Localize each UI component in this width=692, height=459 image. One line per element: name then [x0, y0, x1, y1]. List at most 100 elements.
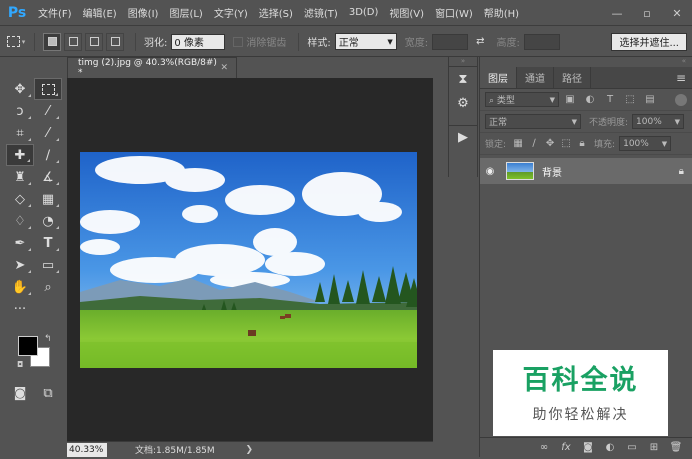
tab-paths[interactable]: 路径 — [554, 67, 591, 88]
filter-smart-object-icon[interactable]: ▤ — [641, 94, 659, 105]
eraser-tool-icon[interactable]: ◇ — [6, 188, 34, 210]
gradient-tool-icon[interactable]: ▦ — [34, 188, 62, 210]
width-input[interactable] — [432, 33, 469, 50]
minimize-icon[interactable]: — — [602, 0, 632, 26]
adjustment-layer-icon[interactable]: ◐ — [599, 442, 621, 453]
document-tab[interactable]: timg (2).jpg @ 40.3%(RGB/8#) * ✕ — [67, 57, 237, 78]
divider — [34, 32, 35, 51]
watermark-title: 百科全说 — [522, 365, 639, 396]
filter-pixel-icon[interactable]: ▣ — [561, 94, 579, 105]
add-selection-icon[interactable] — [64, 32, 82, 51]
default-colors-icon[interactable]: ◘ — [17, 360, 23, 369]
fill-field[interactable]: 100% ▼ — [619, 136, 672, 151]
rectangle-tool-icon[interactable]: ▭ — [34, 254, 62, 276]
tab-channels[interactable]: 通道 — [517, 67, 554, 88]
zoom-tool-icon[interactable]: ⌕ — [34, 276, 62, 298]
foreground-color-swatch[interactable] — [18, 336, 38, 356]
panel-collapse-icon[interactable]: « — [480, 57, 692, 67]
hand-tool-icon[interactable]: ✋ — [6, 276, 34, 298]
filter-type-icon[interactable]: T — [601, 94, 619, 105]
swap-colors-icon[interactable]: ↰ — [44, 334, 52, 344]
history-brush-tool-icon[interactable]: ∡ — [34, 166, 62, 188]
menu-view[interactable]: 视图(V) — [389, 5, 424, 20]
zoom-field[interactable]: 40.33% — [67, 442, 107, 457]
maximize-icon[interactable]: ▫ — [632, 0, 662, 26]
screen-mode-icon[interactable]: ⧉ — [34, 382, 62, 404]
lock-pixels-icon[interactable]: ▦ — [510, 138, 526, 149]
panel-menu-icon[interactable]: ≡ — [676, 71, 686, 85]
intersect-selection-icon[interactable] — [106, 32, 124, 51]
actions-panel-icon[interactable]: ▶ — [449, 125, 477, 149]
dodge-tool-icon[interactable]: ◔ — [34, 210, 62, 232]
blur-tool-icon[interactable]: ♢ — [6, 210, 34, 232]
lasso-tool-icon[interactable]: ↄ — [6, 100, 34, 122]
healing-brush-tool-icon[interactable]: ✚ — [6, 144, 34, 166]
type-tool-icon[interactable]: T — [34, 232, 62, 254]
layer-style-icon[interactable]: fx — [555, 442, 577, 453]
menu-filter[interactable]: 滤镜(T) — [304, 5, 338, 20]
link-layers-icon[interactable]: ∞ — [533, 442, 555, 453]
new-layer-icon[interactable]: ⊞ — [643, 442, 665, 453]
lock-all-icon[interactable]: 🔒︎ — [574, 138, 590, 149]
close-icon[interactable]: ✕ — [220, 63, 228, 73]
swap-dimensions-icon[interactable]: ⇄ — [476, 36, 484, 47]
tab-layers[interactable]: 图层 — [480, 67, 517, 88]
filter-kind-select[interactable]: ⌕ 类型 ▼ — [485, 92, 559, 107]
menu-type[interactable]: 文字(Y) — [214, 5, 248, 20]
select-and-mask-button[interactable]: 选择并遮住... — [611, 32, 687, 51]
layer-row[interactable]: ◉ 背景 🔒︎ — [480, 158, 692, 184]
path-selection-tool-icon[interactable]: ➤ — [6, 254, 34, 276]
antialias-checkbox[interactable] — [233, 36, 244, 47]
subtract-selection-icon[interactable] — [85, 32, 103, 51]
pen-tool-icon[interactable]: ✒ — [6, 232, 34, 254]
lock-image-icon[interactable]: ∕ — [526, 138, 542, 149]
search-icon: ⌕ — [489, 96, 497, 106]
menu-layer[interactable]: 图层(L) — [169, 5, 202, 20]
width-label: 宽度: — [404, 38, 429, 49]
menu-window[interactable]: 窗口(W) — [435, 5, 473, 20]
quick-mask-icon[interactable]: ◙ — [6, 382, 34, 404]
blend-mode-select[interactable]: 正常 ▼ — [485, 114, 581, 129]
move-tool-icon[interactable]: ✥ — [6, 78, 34, 100]
color-swatches: ↰ ◘ — [6, 332, 62, 372]
doc-info: 文档:1.85M/1.85M — [135, 446, 215, 456]
chevron-right-icon[interactable]: ❯ — [245, 445, 253, 455]
properties-panel-icon[interactable]: ⚙ — [449, 91, 477, 115]
add-mask-icon[interactable]: ◙ — [577, 442, 599, 453]
height-input[interactable] — [523, 33, 560, 50]
panel-grip[interactable]: » — [449, 57, 477, 67]
clone-stamp-tool-icon[interactable]: ♜ — [6, 166, 34, 188]
filter-adjustment-icon[interactable]: ◐ — [581, 94, 599, 105]
magic-wand-tool-icon[interactable]: ⁄ — [34, 100, 62, 122]
menu-3d[interactable]: 3D(D) — [349, 7, 379, 18]
history-panel-icon[interactable]: ⧗ — [449, 67, 477, 91]
opacity-value: 100% — [636, 116, 662, 127]
lock-icon: 🔒︎ — [678, 165, 684, 177]
opacity-field[interactable]: 100% ▼ — [632, 114, 685, 129]
lock-artboard-icon[interactable]: ⬚ — [558, 138, 574, 149]
lock-position-icon[interactable]: ✥ — [542, 138, 558, 149]
filter-toggle[interactable] — [675, 93, 687, 106]
menu-image[interactable]: 图像(I) — [128, 5, 159, 20]
rect-marquee-preset-icon[interactable]: ▾ — [6, 32, 26, 52]
rect-marquee-tool-icon[interactable] — [34, 78, 62, 100]
new-selection-icon[interactable] — [43, 32, 61, 51]
divider — [135, 32, 136, 51]
crop-tool-icon[interactable]: ⌗ — [6, 122, 34, 144]
style-select[interactable]: 正常 ▼ — [334, 33, 397, 50]
menu-file[interactable]: 文件(F) — [38, 5, 72, 20]
eyedropper-tool-icon[interactable]: ⁄ — [34, 122, 62, 144]
trash-icon[interactable]: 🗑︎ — [665, 442, 687, 453]
menu-help[interactable]: 帮助(H) — [484, 5, 519, 20]
style-value: 正常 — [338, 38, 359, 49]
filter-shape-icon[interactable]: ⬚ — [621, 94, 639, 105]
edit-toolbar-icon[interactable]: ··· — [6, 298, 34, 320]
document-title: timg (2).jpg @ 40.3%(RGB/8#) * — [78, 58, 217, 78]
menu-select[interactable]: 选择(S) — [259, 5, 293, 20]
eye-icon[interactable]: ◉ — [480, 166, 500, 177]
menu-edit[interactable]: 编辑(E) — [83, 5, 117, 20]
new-group-icon[interactable]: ▭ — [621, 442, 643, 453]
feather-input[interactable]: 0 像素 — [171, 33, 226, 50]
brush-tool-icon[interactable]: ∕ — [34, 144, 62, 166]
close-icon[interactable]: ✕ — [662, 0, 692, 26]
